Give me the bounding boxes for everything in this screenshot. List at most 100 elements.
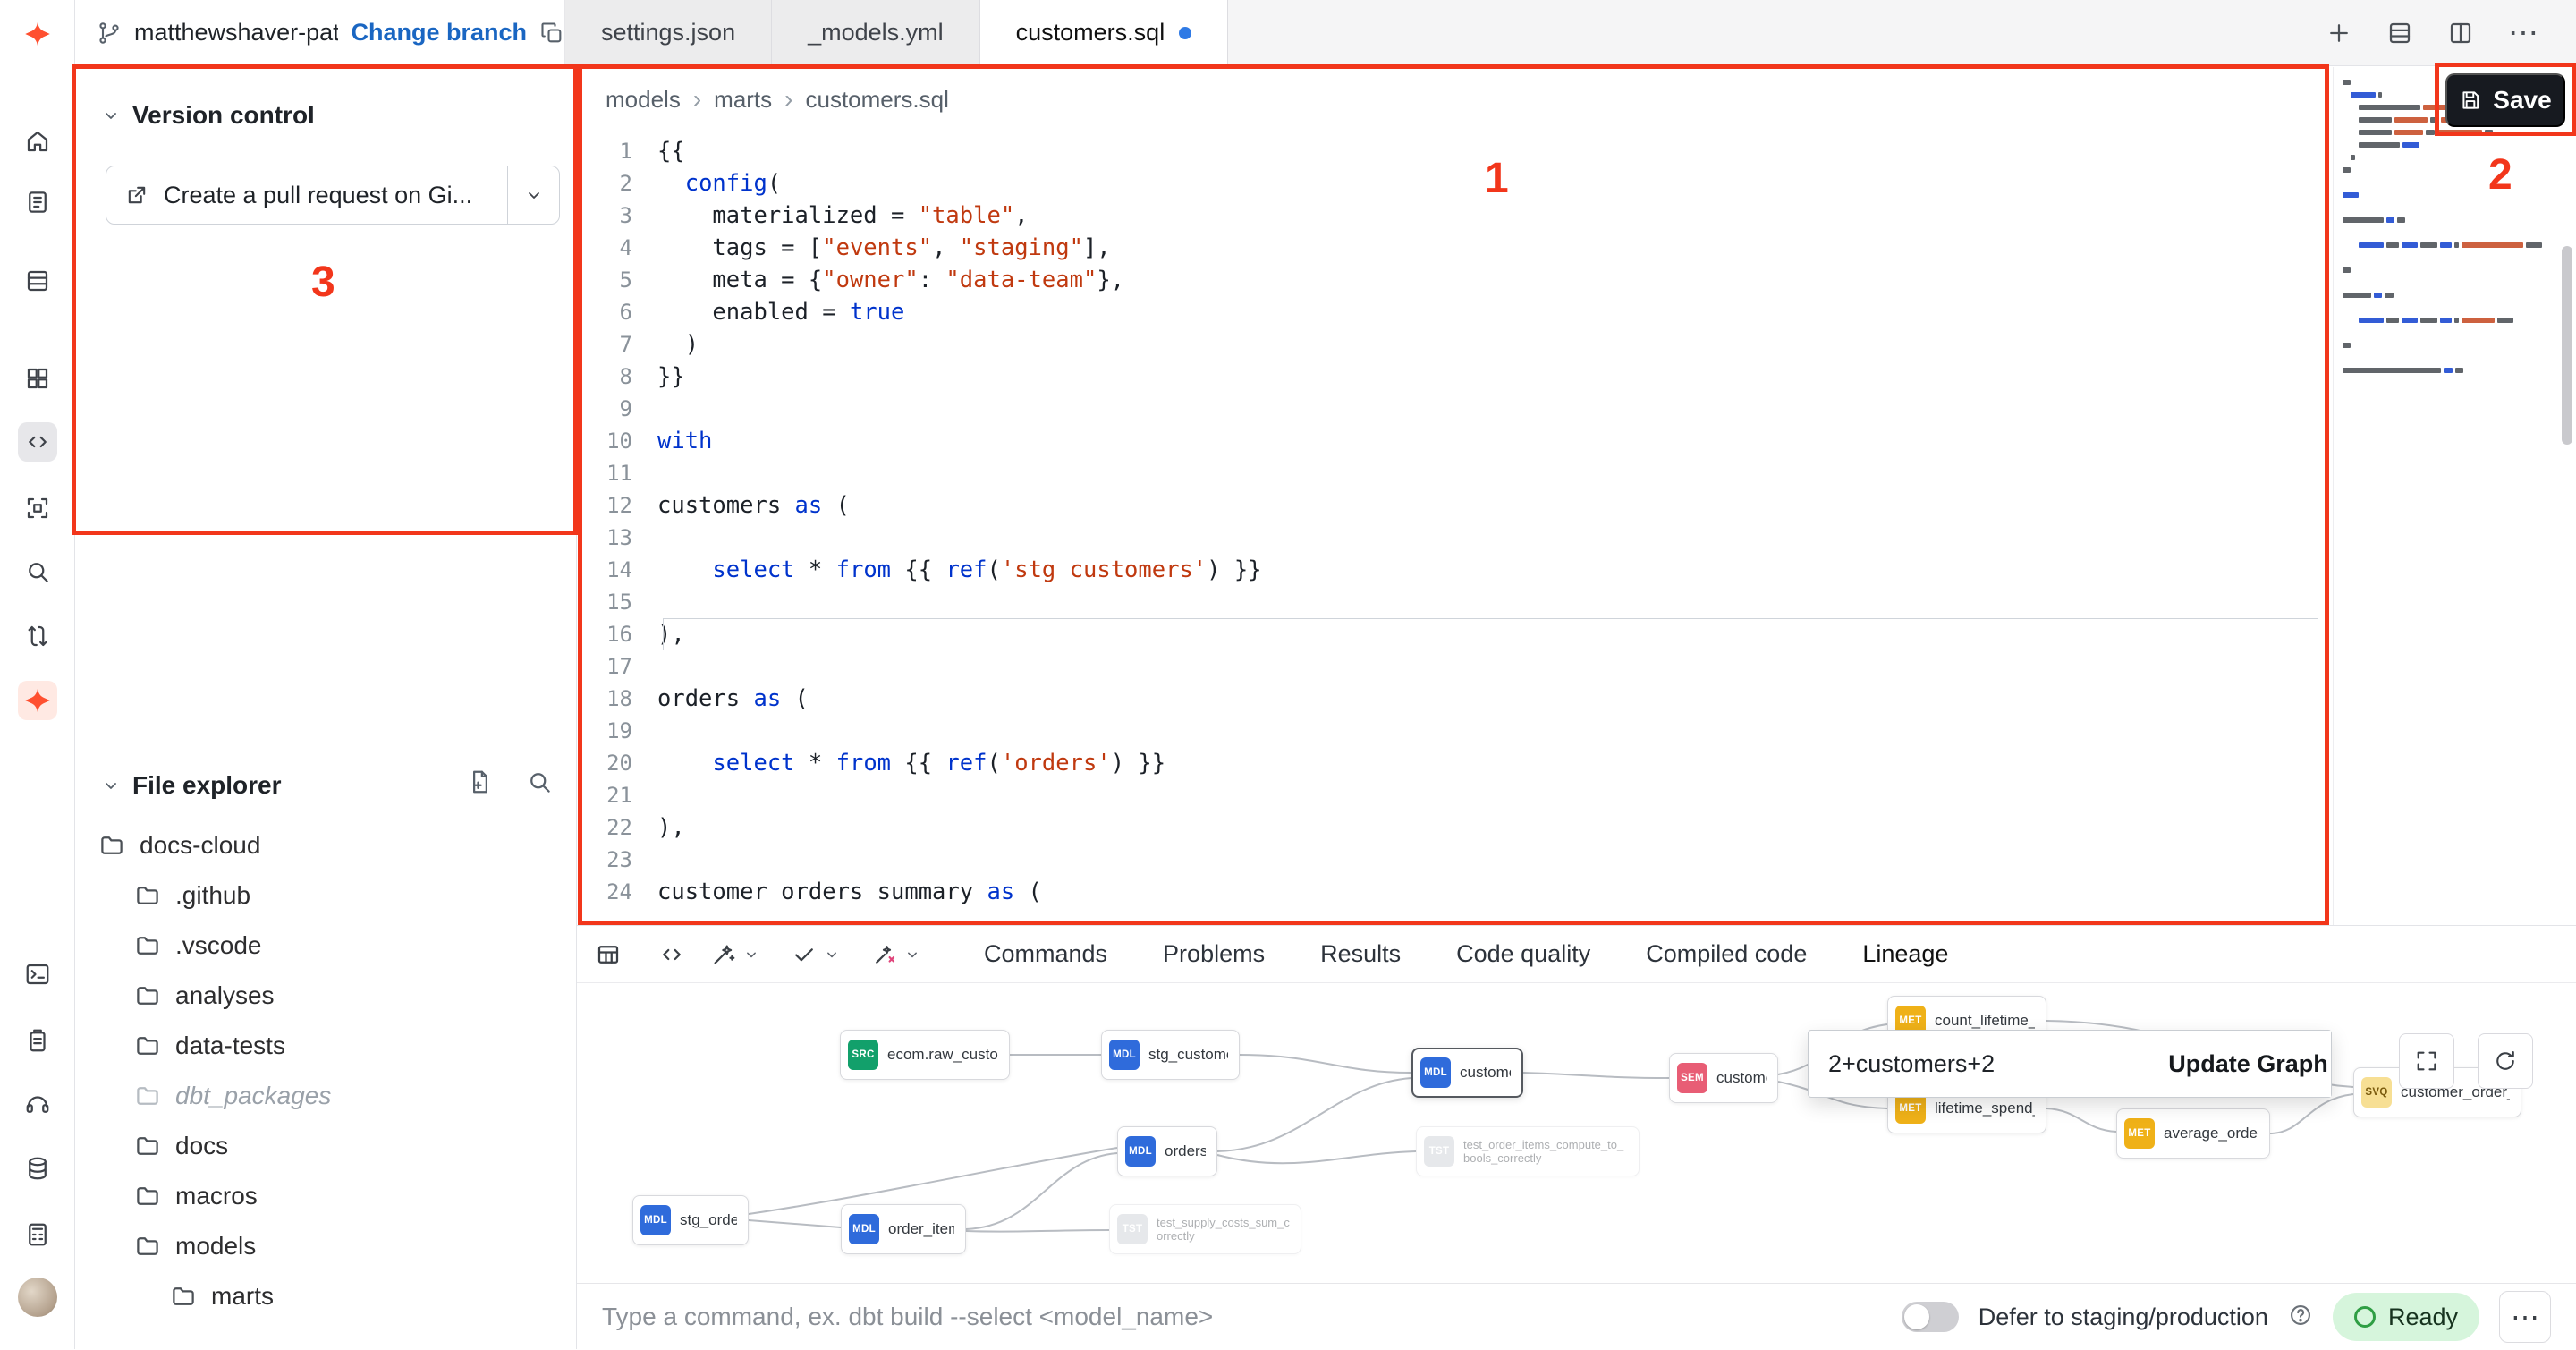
lineage-node-customers-model[interactable]: MDLcustomers — [1411, 1048, 1523, 1098]
lineage-node-stg-customers[interactable]: MDLstg_customers — [1101, 1030, 1240, 1080]
lineage-node-orders[interactable]: MDLorders — [1117, 1126, 1217, 1176]
code-line-1[interactable]: 1{{ — [577, 135, 2333, 167]
home-icon[interactable] — [18, 122, 57, 161]
format-button[interactable] — [710, 941, 760, 968]
code-line-6[interactable]: 6 enabled = true — [577, 296, 2333, 328]
lineage-node-average-order-value[interactable]: METaverage_order_value — [2116, 1108, 2270, 1159]
lineage-node-stg-orders[interactable]: MDLstg_orders — [632, 1195, 749, 1245]
more-options-icon[interactable]: ⋯ — [2508, 18, 2538, 48]
code-line-2[interactable]: 2 config( — [577, 167, 2333, 200]
file-tree-item-models[interactable]: models — [75, 1221, 576, 1271]
code-line-10[interactable]: 10with — [577, 425, 2333, 457]
code-line-24[interactable]: 24customer_orders_summary as ( — [577, 876, 2333, 908]
tab-_models.yml[interactable]: _models.yml — [772, 0, 980, 65]
file-tree-item-marts[interactable]: marts — [75, 1271, 576, 1321]
panel-tab-lineage[interactable]: Lineage — [1862, 940, 1948, 968]
grid-icon[interactable] — [18, 359, 57, 398]
lineage-node-customers-semantic[interactable]: SEMcustomers — [1669, 1053, 1778, 1103]
chevron-down-icon[interactable] — [742, 946, 760, 964]
preview-table-button[interactable] — [595, 941, 622, 968]
code-line-4[interactable]: 4 tags = ["events", "staging"], — [577, 232, 2333, 264]
code-line-5[interactable]: 5 meta = {"owner": "data-team"}, — [577, 264, 2333, 296]
lineage-selector-input[interactable] — [1809, 1031, 2165, 1097]
code-line-21[interactable]: 21 — [577, 779, 2333, 811]
create-pr-dropdown[interactable] — [507, 166, 559, 224]
panel-tab-code-quality[interactable]: Code quality — [1456, 940, 1590, 968]
code-editor-icon[interactable] — [18, 422, 57, 462]
code-line-18[interactable]: 18orders as ( — [577, 683, 2333, 715]
user-avatar[interactable] — [18, 1278, 57, 1317]
code-line-13[interactable]: 13 — [577, 522, 2333, 554]
code-line-22[interactable]: 22), — [577, 811, 2333, 844]
terminal-icon[interactable] — [18, 955, 57, 994]
file-tree-item-macros[interactable]: macros — [75, 1171, 576, 1221]
clipboard-icon[interactable] — [18, 1021, 57, 1060]
panel-tab-results[interactable]: Results — [1320, 940, 1401, 968]
file-tree-item-docs-cloud[interactable]: docs-cloud — [75, 820, 576, 870]
lint-button[interactable] — [791, 941, 841, 968]
lineage-node-raw-customers[interactable]: SRCecom.raw_customers — [840, 1030, 1010, 1080]
tab-settings.json[interactable]: settings.json — [565, 0, 772, 65]
create-pr-button[interactable]: Create a pull request on Gi... — [106, 166, 560, 225]
file-tree-item-data-tests[interactable]: data-tests — [75, 1021, 576, 1071]
version-control-header[interactable]: Version control — [100, 101, 315, 130]
compare-icon[interactable] — [18, 616, 57, 656]
panel-rows-icon[interactable] — [2386, 20, 2413, 47]
status-ready-badge[interactable]: Ready — [2333, 1293, 2479, 1341]
fix-button[interactable] — [871, 941, 921, 968]
code-line-15[interactable]: 15 — [577, 586, 2333, 618]
panel-tab-problems[interactable]: Problems — [1163, 940, 1265, 968]
code-line-14[interactable]: 14 select * from {{ ref('stg_customers')… — [577, 554, 2333, 586]
code-line-11[interactable]: 11 — [577, 457, 2333, 489]
update-graph-button[interactable]: Update Graph — [2165, 1031, 2331, 1097]
help-icon[interactable] — [2288, 1303, 2313, 1332]
new-file-icon[interactable] — [467, 768, 494, 802]
archive-icon[interactable] — [18, 261, 57, 301]
code-line-12[interactable]: 12customers as ( — [577, 489, 2333, 522]
code-area[interactable]: 1{{2 config(3 materialized = "table",4 t… — [577, 135, 2333, 908]
dbt-explorer-icon[interactable] — [18, 681, 57, 720]
panel-tab-compiled-code[interactable]: Compiled code — [1646, 940, 1807, 968]
code-line-9[interactable]: 9 — [577, 393, 2333, 425]
editor-scrollbar[interactable] — [2562, 246, 2572, 445]
lineage-node-test-order-items[interactable]: TSTtest_order_items_compute_to_bools_cor… — [1416, 1126, 1640, 1176]
new-file-icon[interactable] — [2326, 20, 2352, 47]
breadcrumb-file[interactable]: customers.sql — [805, 86, 948, 114]
code-line-7[interactable]: 7 ) — [577, 328, 2333, 361]
search-icon[interactable] — [526, 768, 553, 802]
panel-columns-icon[interactable] — [2447, 20, 2474, 47]
breadcrumb-models[interactable]: models — [606, 86, 681, 114]
breadcrumb-marts[interactable]: marts — [714, 86, 772, 114]
explore-search-icon[interactable] — [18, 552, 57, 591]
file-tree-item-.vscode[interactable]: .vscode — [75, 921, 576, 971]
support-headset-icon[interactable] — [18, 1084, 57, 1124]
lineage-node-test-supply-costs[interactable]: TSTtest_supply_costs_sum_correctly — [1109, 1204, 1301, 1254]
calculator-icon[interactable] — [18, 1215, 57, 1254]
file-tree-item-docs[interactable]: docs — [75, 1121, 576, 1171]
code-line-17[interactable]: 17 — [577, 650, 2333, 683]
code-line-3[interactable]: 3 materialized = "table", — [577, 200, 2333, 232]
change-branch-link[interactable]: Change branch — [351, 19, 527, 47]
command-input[interactable] — [602, 1303, 1882, 1331]
chevron-down-icon[interactable] — [823, 946, 841, 964]
compile-code-button[interactable] — [658, 941, 685, 968]
more-actions-button[interactable]: ⋯ — [2499, 1291, 2551, 1343]
code-line-20[interactable]: 20 select * from {{ ref('orders') }} — [577, 747, 2333, 779]
frame-icon[interactable] — [18, 488, 57, 528]
file-tree-item-analyses[interactable]: analyses — [75, 971, 576, 1021]
file-tree-item-.github[interactable]: .github — [75, 870, 576, 921]
save-button[interactable]: Save — [2445, 73, 2565, 127]
lineage-canvas[interactable]: SRCecom.raw_customers MDLstg_customers MDL… — [577, 983, 2576, 1283]
create-pr-button-main[interactable]: Create a pull request on Gi... — [106, 166, 507, 224]
code-line-16[interactable]: 16), — [577, 618, 2333, 650]
file-tree-item-dbt_packages[interactable]: dbt_packages — [75, 1071, 576, 1121]
refresh-graph-button[interactable] — [2478, 1033, 2533, 1089]
code-line-23[interactable]: 23 — [577, 844, 2333, 876]
copy-icon[interactable] — [539, 21, 564, 46]
panel-tab-commands[interactable]: Commands — [984, 940, 1107, 968]
file-explorer-header[interactable]: File explorer — [100, 768, 553, 802]
chevron-down-icon[interactable] — [903, 946, 921, 964]
lineage-node-order-items[interactable]: MDLorder_items — [841, 1204, 966, 1254]
defer-toggle[interactable] — [1902, 1302, 1959, 1332]
code-line-19[interactable]: 19 — [577, 715, 2333, 747]
